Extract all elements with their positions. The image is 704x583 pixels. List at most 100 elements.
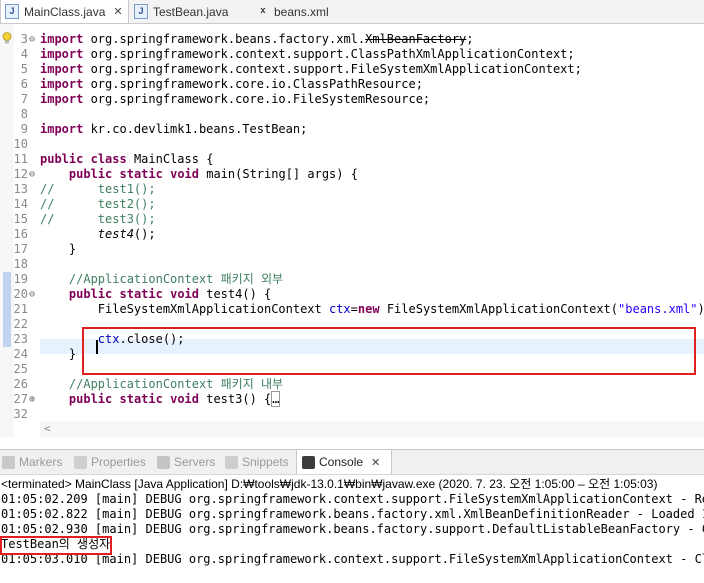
tab-properties[interactable]: Properties: [74, 450, 146, 474]
fold-toggle-icon[interactable]: ⊖: [29, 167, 39, 182]
line-number: 13: [13, 182, 28, 196]
code-text: import org.springframework.context.suppo…: [40, 62, 582, 76]
bottom-panel-tabs: Markers Properties Servers Snippets Cons…: [0, 449, 704, 475]
code-text: import org.springframework.core.io.FileS…: [40, 92, 431, 106]
code-text: public static void test4() {: [68, 287, 272, 301]
code-line[interactable]: 32: [0, 407, 704, 422]
code-text: //ApplicationContext 패키지 내부: [68, 377, 284, 391]
properties-icon: [74, 455, 87, 469]
code-text: import org.springframework.beans.factory…: [40, 32, 474, 46]
java-file-icon: J: [5, 4, 19, 19]
line-number: 12: [13, 167, 28, 181]
code-line[interactable]: 18: [0, 257, 704, 272]
tab-mainclass-java[interactable]: J MainClass.java ✕: [0, 0, 129, 23]
code-line[interactable]: 3 ⊖ import org.springframework.beans.facto…: [0, 32, 704, 47]
console-line: 01:05:02.209 [main] DEBUG org.springfram…: [1, 492, 704, 506]
tab-label: beans.xml: [274, 4, 329, 19]
line-number: 27: [13, 392, 28, 406]
tab-label: Console: [319, 455, 364, 469]
code-line[interactable]: 21 FileSystemXmlApplicationContext ctx=n…: [0, 302, 704, 317]
tab-label: MainClass.java: [24, 4, 106, 19]
code-line[interactable]: 15 // test3();: [0, 212, 704, 227]
code-text: public class MainClass {: [40, 152, 214, 166]
tab-label: Snippets: [242, 455, 289, 469]
xml-file-icon: x: [260, 6, 266, 16]
code-text: test4();: [97, 227, 156, 241]
code-line[interactable]: 5 import org.springframework.context.supp…: [0, 62, 704, 77]
code-line[interactable]: 4 import org.springframework.context.supp…: [0, 47, 704, 62]
code-line[interactable]: 27 ⊕ public static void test3() {…: [0, 391, 704, 407]
code-text: import kr.co.devlimk1.beans.TestBean;: [40, 122, 308, 136]
java-file-icon: J: [134, 4, 148, 19]
line-number: 4: [20, 47, 28, 61]
code-text: public static void test3() {…: [68, 391, 281, 407]
code-line[interactable]: 10: [0, 137, 704, 152]
tab-label: Servers: [174, 455, 216, 469]
code-text: }: [40, 242, 77, 256]
tab-label: Properties: [91, 455, 146, 469]
tab-markers[interactable]: Markers: [2, 450, 62, 474]
line-number: 9: [20, 122, 28, 136]
tab-label: TestBean.java: [153, 4, 229, 19]
line-number: 20: [13, 287, 28, 301]
code-line[interactable]: 7 import org.springframework.core.io.File…: [0, 92, 704, 107]
code-line[interactable]: 6 import org.springframework.core.io.Clas…: [0, 77, 704, 92]
code-line[interactable]: 19 //ApplicationContext 패키지 외부: [0, 272, 704, 287]
close-icon[interactable]: ✕: [371, 456, 380, 469]
line-number: 22: [13, 317, 28, 331]
line-number: 7: [20, 92, 28, 106]
line-number: 26: [13, 377, 28, 391]
tab-servers[interactable]: Servers: [157, 450, 215, 474]
console-line: 01:05:02.822 [main] DEBUG org.springfram…: [1, 507, 704, 521]
fold-toggle-icon[interactable]: ⊖: [29, 287, 39, 302]
line-number: 3: [20, 32, 28, 46]
line-number: 25: [13, 362, 28, 376]
code-line[interactable]: 12 ⊖ public static void main(String[] arg…: [0, 167, 704, 182]
code-text: // test1();: [40, 182, 156, 196]
tab-snippets[interactable]: Snippets: [225, 450, 289, 474]
annotation-highlight-box: [82, 327, 696, 375]
code-line[interactable]: 26 //ApplicationContext 패키지 내부: [0, 377, 704, 392]
tab-label: Markers: [19, 455, 63, 469]
code-line[interactable]: 8: [0, 107, 704, 122]
line-number: 18: [13, 257, 28, 271]
code-line[interactable]: 13 // test1();: [0, 182, 704, 197]
code-line[interactable]: 14 // test2();: [0, 197, 704, 212]
line-number: 5: [20, 62, 28, 76]
editor-tab-bar: J MainClass.java ✕ J TestBean.java x bea…: [0, 0, 704, 24]
console-highlight-box: [0, 536, 112, 555]
code-editor[interactable]: 3 ⊖ import org.springframework.beans.facto…: [0, 24, 704, 437]
code-text: import org.springframework.core.io.Class…: [40, 77, 423, 91]
close-icon[interactable]: ✕: [113, 5, 122, 18]
code-text: FileSystemXmlApplicationContext ctx=new …: [40, 302, 704, 316]
fold-toggle-icon[interactable]: ⊕: [29, 392, 39, 407]
code-text: import org.springframework.context.suppo…: [40, 47, 575, 61]
line-number: 10: [13, 137, 28, 151]
horizontal-scrollbar[interactable]: <: [40, 421, 704, 437]
line-number: 16: [13, 227, 28, 241]
code-line[interactable]: 9 import kr.co.devlimk1.beans.TestBean;: [0, 122, 704, 137]
scroll-left-icon[interactable]: <: [44, 422, 51, 435]
tab-beans-xml[interactable]: x beans.xml: [253, 0, 353, 23]
code-line[interactable]: 20 ⊖ public static void test4() {: [0, 287, 704, 302]
tab-console[interactable]: Console ✕: [296, 450, 392, 474]
code-text: }: [40, 347, 77, 361]
code-text: //ApplicationContext 패키지 외부: [68, 272, 284, 286]
code-text: // test2();: [40, 197, 156, 211]
code-text: public static void main(String[] args) {: [68, 167, 358, 181]
line-number: 32: [13, 407, 28, 421]
line-number: 19: [13, 272, 28, 286]
line-number: 15: [13, 212, 28, 226]
code-line[interactable]: 16 test4();: [0, 227, 704, 242]
code-line[interactable]: 17 }: [0, 242, 704, 257]
line-number: 14: [13, 197, 28, 211]
servers-icon: [157, 455, 170, 469]
line-number: 23: [13, 332, 28, 346]
line-number: 6: [20, 77, 28, 91]
code-text: // test3();: [40, 212, 156, 226]
tab-testbean-java[interactable]: J TestBean.java: [130, 0, 250, 23]
fold-toggle-icon[interactable]: ⊖: [29, 32, 39, 47]
line-number: 11: [13, 152, 28, 166]
code-line[interactable]: 11 public class MainClass {: [0, 152, 704, 167]
line-number: 21: [13, 302, 28, 316]
